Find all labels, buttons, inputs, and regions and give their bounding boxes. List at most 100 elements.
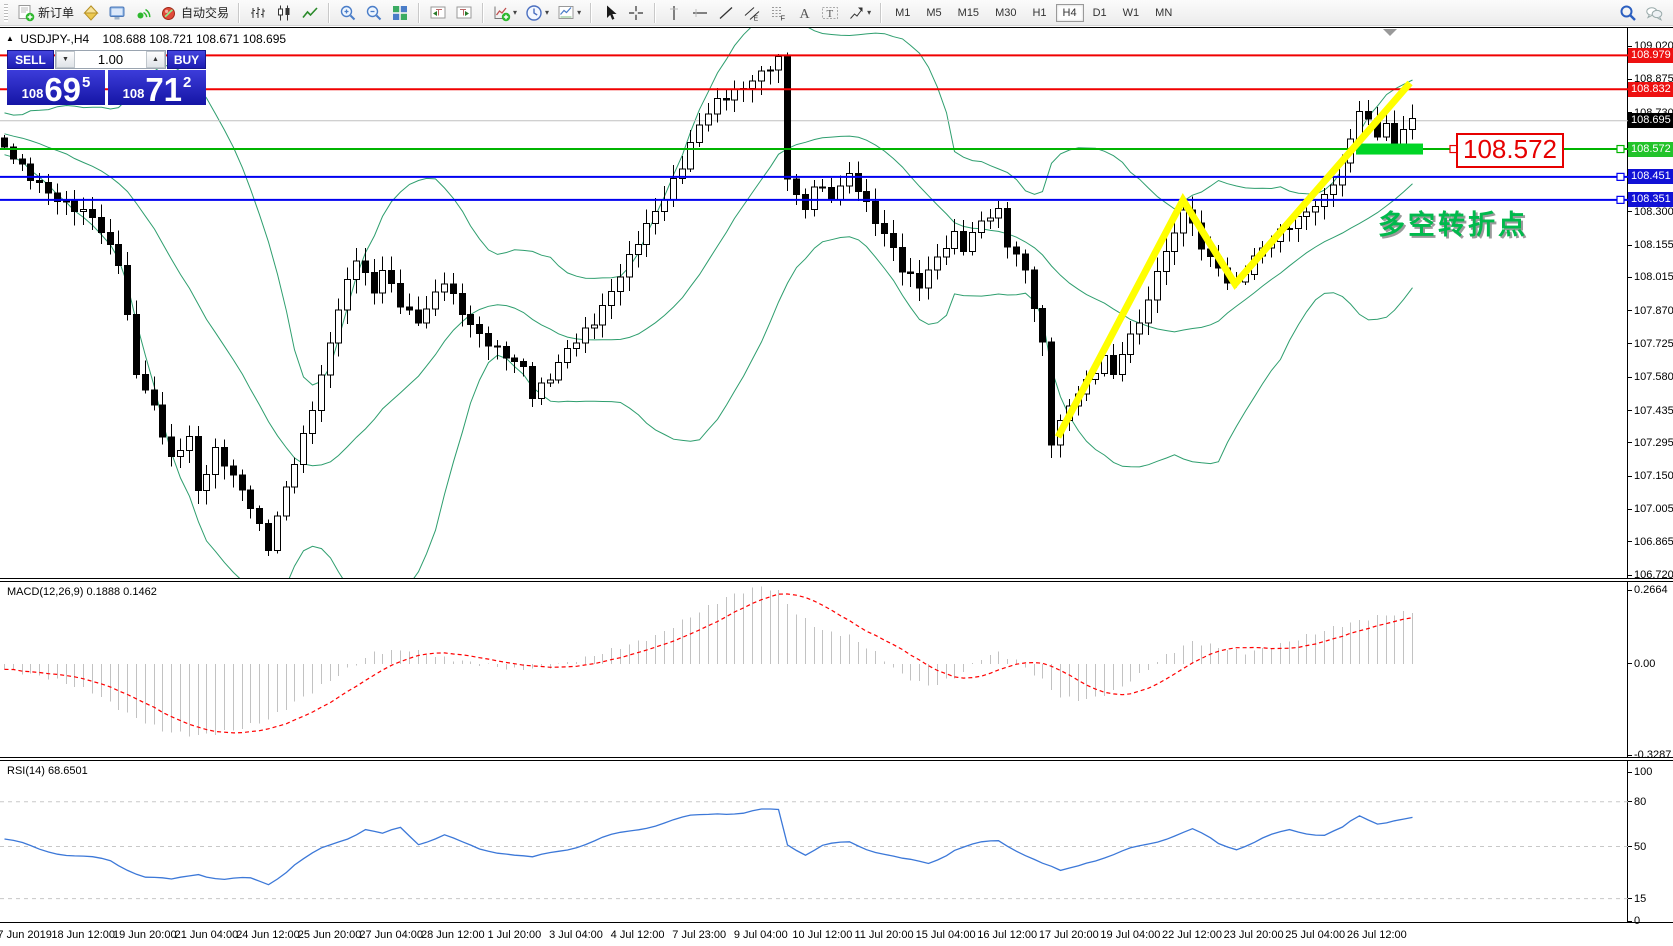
bull-candle [609, 292, 615, 306]
search-button[interactable] [1615, 1, 1641, 25]
annotation-text[interactable]: 多空转折点 [1378, 203, 1528, 242]
rsi-indicator-pane[interactable] [0, 762, 1628, 921]
timeframe-h4-button[interactable]: H4 [1056, 4, 1084, 22]
line-chart-button[interactable] [297, 1, 323, 25]
price-tick: 106.865 [1628, 535, 1673, 549]
bull-candle [750, 81, 756, 88]
main-price-chart[interactable] [0, 28, 1628, 578]
bear-candle [363, 261, 369, 272]
time-label: 16 Jul 12:00 [977, 929, 1037, 941]
green-support-segment[interactable] [1356, 144, 1423, 155]
bull-candle [706, 114, 712, 125]
chat-button[interactable] [1641, 1, 1667, 25]
bear-candle [961, 231, 967, 251]
indicators-button[interactable]: ▾ [489, 1, 521, 25]
cursor-button[interactable] [597, 1, 623, 25]
zoom-out-button[interactable] [361, 1, 387, 25]
bear-candle [1111, 356, 1117, 375]
zoom-out-icon [365, 4, 383, 22]
hline-button[interactable] [687, 1, 713, 25]
profile-prev-button[interactable] [425, 1, 451, 25]
profile-next-button[interactable] [451, 1, 477, 25]
line-handle[interactable] [1617, 146, 1624, 153]
timeframe-m5-button[interactable]: M5 [919, 4, 948, 22]
bull-candle [354, 261, 360, 280]
price-axis[interactable]: 109.020108.875108.730108.300108.155108.0… [1628, 27, 1673, 922]
dropdown-caret-icon[interactable]: ▾ [513, 8, 517, 17]
bear-candle [72, 201, 78, 211]
line-handle[interactable] [1617, 173, 1624, 180]
auto-trading-button[interactable]: 自动交易 [156, 1, 233, 25]
dropdown-caret-icon[interactable]: ▾ [545, 8, 549, 17]
toolbar-separator [654, 3, 656, 23]
line-handle[interactable] [1617, 196, 1624, 203]
sell-button[interactable]: SELL [7, 50, 54, 69]
volume-input[interactable]: 1.00 [75, 51, 146, 68]
vline-button[interactable] [661, 1, 687, 25]
terminal-button[interactable] [104, 1, 130, 25]
trendline-button[interactable] [713, 1, 739, 25]
tile-windows-icon [391, 4, 409, 22]
time-label: 24 Jun 12:00 [236, 929, 300, 941]
fibonacci-button[interactable]: F [765, 1, 791, 25]
volume-decrease-button[interactable]: ▼ [56, 51, 75, 68]
period-button[interactable]: ▾ [521, 1, 553, 25]
timeframe-w1-button[interactable]: W1 [1116, 4, 1147, 22]
price-callout-label[interactable]: 108.572 [1456, 133, 1564, 168]
text-icon: A [795, 4, 813, 22]
time-label: 28 Jun 12:00 [421, 929, 485, 941]
bear-candle [873, 201, 879, 223]
timeframe-m30-button[interactable]: M30 [988, 4, 1023, 22]
rsi-tick: 0 [1628, 914, 1640, 928]
bull-candle [345, 280, 351, 310]
macd-indicator-pane[interactable] [0, 582, 1628, 757]
cursor-icon [601, 4, 619, 22]
bear-candle [1014, 247, 1020, 254]
bar-chart-button[interactable] [245, 1, 271, 25]
crosshair-button[interactable] [623, 1, 649, 25]
dropdown-caret-icon[interactable]: ▾ [867, 8, 871, 17]
timeframe-m15-button[interactable]: M15 [951, 4, 986, 22]
timeframe-d1-button[interactable]: D1 [1086, 4, 1114, 22]
text-button[interactable]: A [791, 1, 817, 25]
bull-candle [988, 218, 994, 221]
toolbar-grip[interactable] [4, 4, 8, 22]
bull-candle [556, 362, 562, 379]
pane-separator[interactable] [0, 757, 1673, 761]
arrows-button[interactable]: ▾ [843, 1, 875, 25]
new-order-button[interactable]: 新订单 [13, 1, 78, 25]
bull-candle [380, 270, 386, 292]
bull-candle [952, 231, 958, 248]
chart-shift-marker[interactable] [1383, 29, 1397, 36]
volume-increase-button[interactable]: ▲ [146, 51, 165, 68]
price-level-label: 108.451 [1628, 169, 1673, 184]
timeframe-mn-button[interactable]: MN [1148, 4, 1179, 22]
signal-button[interactable] [130, 1, 156, 25]
arrows-icon [847, 4, 865, 22]
time-axis[interactable]: 17 Jun 201918 Jun 12:0019 Jun 20:0021 Ju… [0, 925, 1673, 946]
chart-profile-button[interactable] [78, 1, 104, 25]
template-button[interactable]: ▾ [553, 1, 585, 25]
line-chart-icon [301, 4, 319, 22]
dropdown-caret-icon[interactable]: ▾ [577, 8, 581, 17]
bull-candle [812, 187, 818, 209]
price-tick: 106.720 [1628, 568, 1673, 582]
buy-button[interactable]: BUY [167, 50, 206, 69]
channel-button[interactable]: E [739, 1, 765, 25]
zoom-in-button[interactable] [335, 1, 361, 25]
price-level-label: 108.832 [1628, 82, 1673, 97]
bull-candle [662, 200, 668, 212]
buy-price[interactable]: 108 71 2 [108, 70, 206, 105]
sell-price[interactable]: 108 69 5 [7, 70, 105, 105]
bollinger-middle-band [5, 134, 1413, 466]
bull-candle [1410, 118, 1416, 129]
bull-candle [627, 254, 633, 277]
label-button[interactable]: T [817, 1, 843, 25]
bear-candle [908, 272, 914, 274]
label-icon: T [821, 4, 839, 22]
candlestick-button[interactable] [271, 1, 297, 25]
timeframe-m1-button[interactable]: M1 [888, 4, 917, 22]
bull-candle [644, 223, 650, 244]
tile-windows-button[interactable] [387, 1, 413, 25]
timeframe-h1-button[interactable]: H1 [1025, 4, 1053, 22]
